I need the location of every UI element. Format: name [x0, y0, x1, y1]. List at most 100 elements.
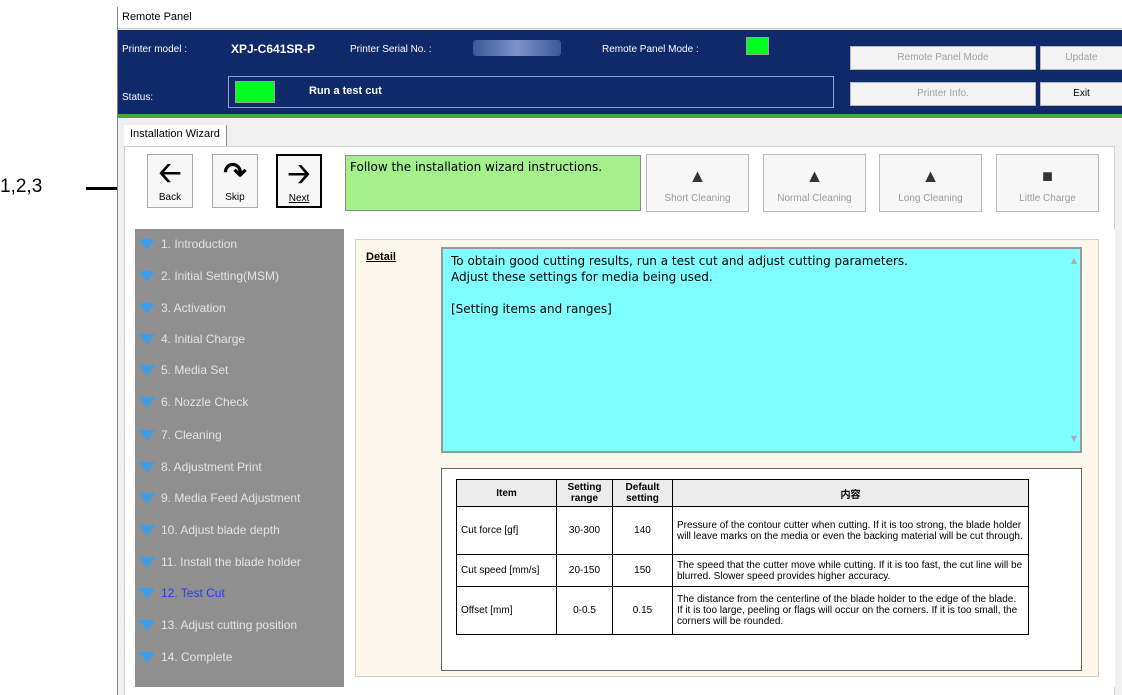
remote-panel-mode-button[interactable]: Remote Panel Mode [850, 46, 1036, 70]
step-item[interactable]: 9. Media Feed Adjustment [139, 491, 300, 511]
window-title: Remote Panel [118, 7, 1122, 29]
detail-text-box[interactable]: To obtain good cutting results, run a te… [441, 247, 1082, 453]
step-item[interactable]: 4. Initial Charge [139, 332, 245, 352]
step-label: 1. Introduction [161, 237, 238, 251]
ink-charge-icon: ■ [1042, 166, 1053, 186]
step-item[interactable]: 5. Media Set [139, 363, 228, 383]
step-triangle-icon [139, 493, 155, 505]
step-label: 12. Test Cut [161, 586, 225, 600]
step-item[interactable]: 13. Adjust cutting position [139, 618, 297, 638]
step-triangle-icon [139, 557, 155, 569]
tab-installation-wizard[interactable]: Installation Wizard [124, 125, 227, 146]
long-cleaning-button[interactable]: ▲ Long Cleaning [879, 154, 982, 212]
remote-panel-window: Remote Panel Printer model : XPJ-C641SR-… [117, 7, 1122, 695]
serial-value-redacted [473, 40, 561, 56]
detail-line: To obtain good cutting results, run a te… [451, 254, 908, 268]
step-triangle-icon [139, 652, 155, 664]
table-cell: 140 [612, 506, 673, 555]
printer-model-label: Printer model : [122, 44, 188, 55]
redo-arrow-icon: ↷ [223, 157, 247, 188]
step-triangle-icon [139, 365, 155, 377]
table-cell: Cut speed [mm/s] [456, 554, 557, 587]
step-label: 13. Adjust cutting position [161, 618, 298, 632]
cleaning-wiper-icon: ▲ [805, 166, 824, 186]
header-accent-stripe [118, 114, 1122, 118]
callout-label: 1,2,3 [0, 176, 43, 197]
step-item[interactable]: 7. Cleaning [139, 428, 222, 448]
table-header-row: Item Setting range Default setting 内容 [456, 479, 1029, 507]
table-cell: 30-300 [556, 506, 613, 555]
little-charge-button[interactable]: ■ Little Charge [996, 154, 1099, 212]
detail-line: Adjust these settings for media being us… [451, 270, 713, 284]
step-label: 11. Install the blade holder [161, 555, 301, 569]
step-label: 10. Adjust blade depth [161, 523, 280, 537]
step-item[interactable]: 1. Introduction [139, 237, 237, 257]
exit-button[interactable]: Exit [1040, 82, 1122, 106]
table-header: Default setting [612, 479, 673, 507]
step-triangle-icon [139, 430, 155, 442]
update-button[interactable]: Update [1040, 46, 1122, 70]
short-cleaning-button[interactable]: ▲ Short Cleaning [646, 154, 749, 212]
remote-mode-label: Remote Panel Mode : [602, 44, 699, 55]
step-item[interactable]: 14. Complete [139, 650, 232, 670]
step-label: 3. Activation [161, 301, 226, 315]
step-item[interactable]: 3. Activation [139, 301, 226, 321]
little-charge-label: Little Charge [1019, 193, 1076, 204]
cleaning-wiper-icon: ▲ [688, 166, 707, 186]
table-cell: Cut force [gf] [456, 506, 557, 555]
remote-mode-indicator [746, 37, 769, 55]
settings-table-frame: Item Setting range Default setting 内容 Cu… [441, 468, 1082, 671]
normal-cleaning-label: Normal Cleaning [777, 193, 852, 204]
serial-label: Printer Serial No. : [350, 44, 432, 55]
step-triangle-icon [139, 588, 155, 600]
step-label: 2. Initial Setting(MSM) [161, 269, 280, 283]
printer-info-button[interactable]: Printer Info. [850, 82, 1036, 106]
step-item[interactable]: 10. Adjust blade depth [139, 523, 280, 543]
step-triangle-icon [139, 334, 155, 346]
step-triangle-icon [139, 525, 155, 537]
step-item[interactable]: 6. Nozzle Check [139, 395, 248, 415]
step-item[interactable]: 11. Install the blade holder [139, 555, 301, 575]
arrow-right-icon: 🡢 [287, 158, 311, 189]
settings-table: Item Setting range Default setting 内容 Cu… [456, 479, 1029, 635]
long-cleaning-label: Long Cleaning [898, 193, 963, 204]
table-cell: 150 [612, 554, 673, 587]
step-triangle-icon [139, 397, 155, 409]
content-area: Detail To obtain good cutting results, r… [345, 229, 1115, 687]
step-item-active[interactable]: 12. Test Cut [139, 586, 225, 606]
step-triangle-icon [139, 239, 155, 251]
table-cell: The distance from the centerline of the … [672, 586, 1029, 635]
wizard-steps-list: 1. Introduction 2. Initial Setting(MSM) … [135, 229, 344, 687]
detail-pane: Detail To obtain good cutting results, r… [355, 239, 1099, 677]
normal-cleaning-button[interactable]: ▲ Normal Cleaning [763, 154, 866, 212]
step-triangle-icon [139, 462, 155, 474]
skip-button-label: Skip [225, 192, 245, 203]
scroll-down-arrow-icon[interactable]: ▼ [1071, 431, 1077, 447]
step-item[interactable]: 8. Adjustment Print [139, 460, 262, 480]
skip-button[interactable]: ↷ Skip [212, 154, 258, 208]
scroll-up-arrow-icon[interactable]: ▲ [1071, 253, 1077, 269]
status-box: Run a test cut [228, 76, 834, 108]
instruction-box: Follow the installation wizard instructi… [345, 155, 641, 211]
detail-label: Detail [366, 251, 396, 263]
step-triangle-icon [139, 620, 155, 632]
step-label: 5. Media Set [161, 363, 229, 377]
step-label: 9. Media Feed Adjustment [161, 491, 301, 505]
table-row: Cut force [gf] 30-300 140 Pressure of th… [456, 506, 1029, 555]
back-button[interactable]: 🡠 Back [147, 154, 193, 208]
printer-model-value: XPJ-C641SR-P [231, 42, 316, 56]
status-text: Run a test cut [309, 85, 382, 97]
cleaning-wiper-icon: ▲ [921, 166, 940, 186]
arrow-left-icon: 🡠 [158, 157, 182, 188]
next-button[interactable]: 🡢 Next [276, 154, 322, 208]
table-cell: Offset [mm] [456, 586, 557, 635]
step-triangle-icon [139, 303, 155, 315]
step-item[interactable]: 2. Initial Setting(MSM) [139, 269, 279, 289]
table-header: 内容 [672, 479, 1029, 507]
table-cell: 0.15 [612, 586, 673, 635]
table-row: Cut speed [mm/s] 20-150 150 The speed th… [456, 554, 1029, 587]
step-label: 7. Cleaning [161, 428, 222, 442]
short-cleaning-label: Short Cleaning [664, 193, 731, 204]
detail-line: [Setting items and ranges] [451, 302, 612, 316]
step-label: 14. Complete [161, 650, 233, 664]
